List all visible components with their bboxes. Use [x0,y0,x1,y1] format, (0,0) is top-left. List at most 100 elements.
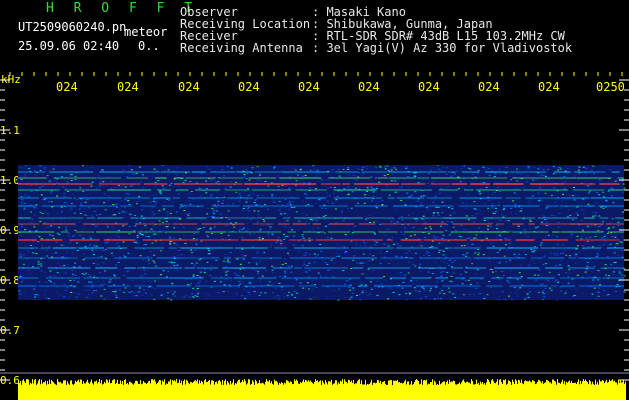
noise-speck [124,199,127,201]
noise-speck [538,193,541,195]
baseline-bar-col [412,384,413,400]
noise-speck [556,244,559,246]
noise-speck [223,279,226,281]
baseline-bar-col [378,380,379,400]
noise-speck [460,245,463,247]
baseline-bar-col [58,381,59,400]
noise-speck [82,237,85,239]
noise-speck [295,180,298,182]
baseline-bar-col [159,379,160,400]
noise-speck [70,180,73,181]
noise-speck [369,253,371,255]
noise-speck [585,273,588,275]
noise-speck [562,193,565,195]
noise-speck [142,248,145,250]
baseline-bar-col [201,380,202,400]
noise-speck [410,280,413,282]
baseline-bar-col [269,380,270,400]
noise-speck [487,225,490,227]
noise-speck [394,191,397,193]
noise-speck [280,213,283,215]
noise-speck [528,288,531,290]
baseline-bar-col [117,379,118,400]
baseline-bar-col [414,382,415,400]
baseline-bar-col [111,383,112,400]
noise-speck [185,172,188,174]
baseline-bar-col [587,381,588,400]
noise-speck [115,264,118,266]
baseline-bar-col [621,382,622,400]
baseline-bar-col [143,381,144,400]
noise-speck [540,242,543,244]
baseline-bar-col [261,383,262,400]
noise-speck [293,206,296,208]
noise-speck [104,248,107,250]
baseline-bar-col [127,383,128,400]
noise-speck [257,271,260,273]
baseline-bar-col [224,380,225,400]
noise-speck [63,202,66,203]
noise-speck [56,212,59,214]
noise-speck [388,286,391,288]
noise-speck [223,284,226,286]
noise-speck [347,207,350,209]
noise-speck [372,196,375,197]
noise-speck [360,281,363,283]
noise-speck [32,218,34,220]
noise-speck [370,288,373,290]
noise-speck [271,269,274,271]
noise-speck [345,174,348,175]
noise-speck [71,252,74,253]
noise-speck [52,220,54,222]
baseline-bar-col [90,381,91,400]
noise-speck [139,255,142,257]
noise-speck [211,208,214,210]
noise-speck [477,249,480,250]
noise-speck [404,274,407,276]
noise-speck [103,288,106,290]
noise-speck [108,196,111,198]
noise-speck [46,249,49,251]
noise-speck [356,202,359,204]
noise-speck [553,215,556,217]
baseline-bar-col [48,384,49,400]
noise-speck [101,255,103,257]
baseline-bar-col [445,384,446,400]
noise-speck [301,212,304,214]
baseline-bar-col [26,379,27,400]
noise-speck [124,287,127,289]
noise-speck [261,195,264,197]
baseline-bar-col [491,380,492,400]
noise-speck [51,206,54,208]
noise-speck [544,263,547,265]
noise-speck [479,213,482,215]
noise-speck [288,208,291,210]
noise-speck [401,219,404,221]
noise-speck [167,292,169,294]
baseline-bar-col [484,383,485,400]
baseline-bar-col [315,379,316,400]
baseline-bar-col [175,381,176,400]
noise-speck [300,188,303,190]
noise-speck [361,166,364,168]
noise-speck [191,251,194,253]
noise-speck [189,203,192,205]
noise-speck [364,218,367,220]
noise-speck [46,213,49,215]
baseline-bar-col [128,384,129,400]
noise-speck [526,236,529,238]
baseline-bar-col [535,384,536,400]
noise-speck [21,203,24,205]
baseline-bar-col [508,380,509,400]
baseline-bar-col [141,384,142,400]
noise-speck [532,191,535,193]
baseline-bar-col [452,381,453,400]
noise-speck [533,167,536,169]
baseline-bar-col [256,381,257,400]
baseline-bar-col [379,382,380,400]
baseline-bar-col [505,379,506,400]
noise-speck [281,180,284,181]
noise-speck [241,228,244,230]
noise-speck [355,180,358,181]
noise-speck [326,192,329,194]
